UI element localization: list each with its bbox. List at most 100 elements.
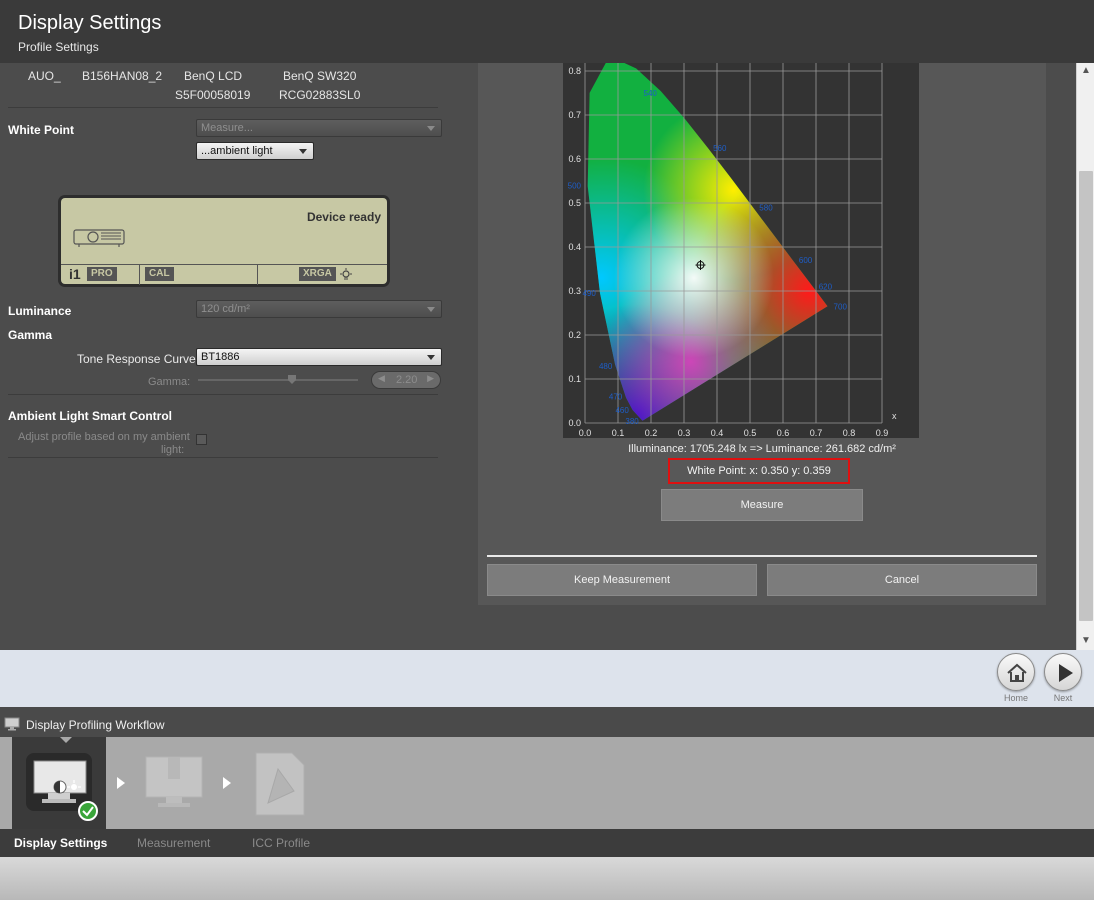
divider	[257, 265, 258, 285]
x-tick-label: 0.4	[711, 428, 724, 438]
keep-measurement-button[interactable]: Keep Measurement	[487, 564, 757, 596]
y-tick-label: 0.4	[568, 242, 581, 252]
device-display: Device ready i1 PRO CAL XRGA	[58, 195, 390, 287]
projector-icon	[73, 229, 125, 247]
wavelength-label: 480	[599, 362, 613, 371]
xrga-badge: XRGA	[299, 267, 336, 281]
step-marker	[60, 737, 72, 743]
chevron-down-icon	[427, 307, 435, 312]
x-tick-label: 0.8	[843, 428, 856, 438]
wavelength-label: 600	[799, 256, 813, 265]
divider	[139, 265, 140, 285]
home-label: Home	[1003, 693, 1028, 703]
y-tick-label: 0.2	[568, 330, 581, 340]
workflow-title-bar: Display Profiling Workflow	[0, 713, 1094, 737]
display-name-auo: AUO_	[28, 69, 61, 83]
scroll-down-icon[interactable]: ▼	[1077, 633, 1094, 649]
measurement-dialog: 0.0 0.1 0.2 0.3 0.4 0.5 0.6 0.7 0.8 0.9 0.0 0.1 0.2 0…	[478, 61, 1046, 605]
i1-logo: i1	[69, 266, 81, 282]
wavelength-label: 500	[568, 181, 582, 190]
pro-badge: PRO	[87, 267, 117, 281]
y-tick-label: 0.3	[568, 286, 581, 296]
workflow-step-display-settings[interactable]	[12, 737, 106, 829]
scroll-up-icon[interactable]: ▲	[1077, 63, 1094, 79]
scroll-thumb[interactable]	[1079, 171, 1093, 621]
icc-profile-icon[interactable]	[254, 751, 306, 817]
y-tick-label: 0.1	[568, 374, 581, 384]
white-point-label: White Point	[8, 123, 74, 137]
divider	[8, 107, 438, 108]
ambient-light-icon	[340, 268, 352, 280]
step-label-display-settings[interactable]: Display Settings	[14, 836, 107, 850]
step-label-measurement[interactable]: Measurement	[137, 836, 210, 850]
x-tick-label: 0.0	[579, 428, 592, 438]
next-button[interactable]	[1044, 653, 1082, 691]
x-tick-label: 0.7	[810, 428, 823, 438]
arrow-right-icon	[117, 777, 125, 789]
ambient-checkbox-label-1: Adjust profile based on my ambient	[18, 431, 190, 443]
chevron-down-icon	[427, 355, 435, 360]
tone-response-label: Tone Response Curve:	[77, 352, 200, 366]
workflow-title: Display Profiling Workflow	[26, 718, 165, 732]
wavelength-label: 540	[644, 89, 658, 98]
device-lcd: Device ready i1 PRO CAL XRGA	[61, 198, 387, 285]
y-tick-label: 0.7	[568, 110, 581, 120]
ambient-light-select[interactable]: ...ambient light	[196, 142, 314, 160]
tone-response-select[interactable]: BT1886	[196, 348, 442, 366]
ambient-checkbox-label-2: light:	[161, 444, 185, 456]
wavelength-label: 470	[609, 393, 623, 402]
vertical-scrollbar[interactable]: ▲ ▼	[1076, 63, 1094, 650]
cancel-button[interactable]: Cancel	[767, 564, 1037, 596]
cie-chromaticity-diagram: 0.0 0.1 0.2 0.3 0.4 0.5 0.6 0.7 0.8 0.9 0.0 0.1 0.2 0…	[568, 61, 897, 438]
measure-button[interactable]: Measure	[661, 489, 863, 521]
gamma-slider-label: Gamma:	[148, 376, 191, 388]
gamma-slider-thumb[interactable]	[288, 375, 296, 384]
arrow-right-icon[interactable]: ▶	[427, 373, 434, 384]
measurement-icon[interactable]	[144, 755, 204, 813]
page-subtitle: Profile Settings	[18, 40, 99, 54]
gamma-value: 2.20	[396, 374, 418, 386]
gamut-fill	[587, 63, 828, 421]
main-panel: AUO_ B156HAN08_2 BenQ LCD BenQ SW320 S5F…	[0, 61, 1094, 650]
home-button[interactable]	[997, 653, 1035, 691]
ambient-control-label: Ambient Light Smart Control	[8, 409, 172, 423]
x-tick-label: 0.2	[645, 428, 658, 438]
y-tick-label: 0.8	[568, 66, 581, 76]
gamma-value-spinner[interactable]: ◀ 2.20 ▶	[371, 371, 441, 389]
white-point-select[interactable]: Measure...	[196, 119, 442, 137]
display-serial-2: RCG02883SL0	[279, 88, 361, 102]
settings-panel: AUO_ B156HAN08_2 BenQ LCD BenQ SW320 S5F…	[0, 63, 450, 650]
ambient-checkbox[interactable]	[196, 434, 207, 445]
display-settings-icon	[26, 753, 98, 821]
footer	[0, 857, 1094, 900]
home-icon	[1007, 663, 1027, 682]
luminance-select[interactable]: 120 cd/m²	[196, 300, 442, 318]
illuminance-readout: Illuminance: 1705.248 lx => Luminance: 2…	[628, 443, 896, 455]
ambient-light-select-value: ...ambient light	[201, 145, 273, 157]
tone-response-select-value: BT1886	[201, 351, 240, 363]
y-tick-label: 0.6	[568, 154, 581, 164]
display-name-benq-lcd: BenQ LCD	[184, 69, 243, 83]
next-label: Next	[1053, 693, 1073, 703]
display-name-benq-sw320: BenQ SW320	[283, 69, 357, 83]
wavelength-label: 580	[759, 203, 773, 212]
chevron-down-icon	[299, 149, 307, 154]
step-label-icc-profile[interactable]: ICC Profile	[252, 836, 310, 850]
arrow-left-icon[interactable]: ◀	[378, 373, 385, 384]
divider	[487, 555, 1037, 557]
wavelength-label: 560	[713, 144, 727, 153]
wavelength-label: 460	[615, 406, 629, 415]
x-tick-label: 0.1	[612, 428, 625, 438]
device-status: Device ready	[306, 210, 381, 224]
wavelength-label: 490	[582, 289, 596, 298]
navigation-bar: Home Next	[0, 650, 1094, 707]
display-serial-1: S5F00058019	[175, 88, 251, 102]
device-status-bar: i1 PRO CAL XRGA	[61, 264, 387, 285]
cie-chart: 0.0 0.1 0.2 0.3 0.4 0.5 0.6 0.7 0.8 0.9 0.0 0.1 0.2 0…	[563, 61, 919, 438]
gamma-slider[interactable]	[198, 379, 358, 381]
workflow-step-labels: Display Settings Measurement ICC Profile	[0, 829, 1094, 857]
wavelength-label: 700	[834, 302, 848, 311]
chevron-down-icon	[427, 126, 435, 131]
monitor-icon	[4, 717, 20, 731]
x-axis-label: x	[892, 411, 897, 421]
